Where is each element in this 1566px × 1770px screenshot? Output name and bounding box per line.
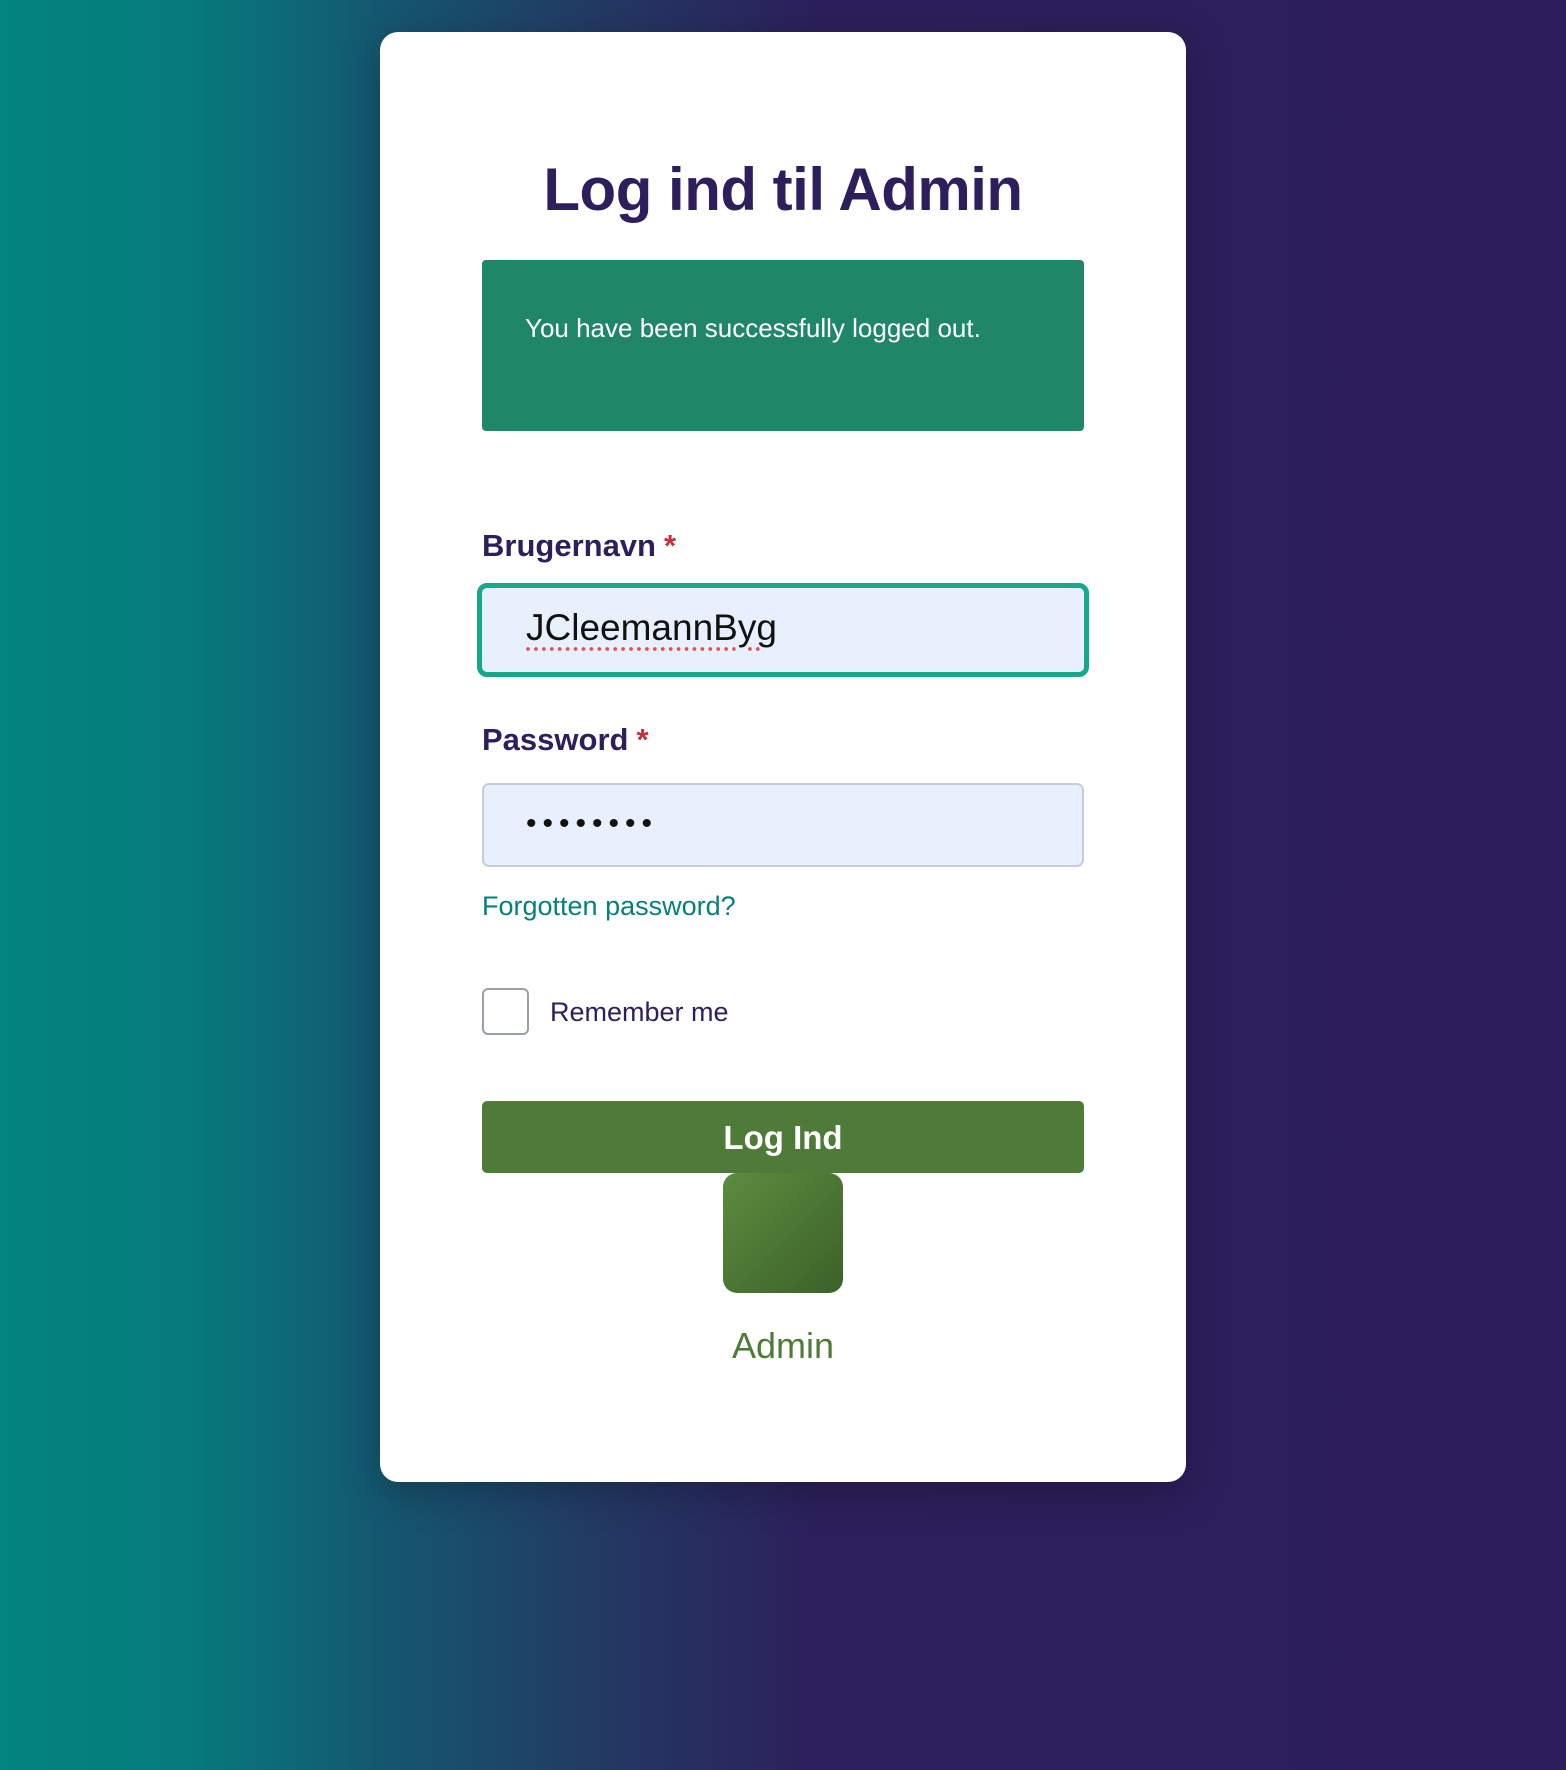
required-marker: *	[636, 722, 649, 757]
password-label: Password *	[482, 720, 649, 760]
password-value: ••••••••	[526, 807, 659, 840]
forgot-password-link[interactable]: Forgotten password?	[482, 888, 736, 924]
logout-success-alert: You have been successfully logged out.	[482, 260, 1084, 431]
login-button[interactable]: Log Ind	[482, 1101, 1084, 1173]
username-label: Brugernavn *	[482, 526, 676, 566]
brand-name: Admin	[731, 1325, 835, 1366]
remember-me-checkbox[interactable]	[482, 988, 529, 1035]
username-input[interactable]: JCleemannByg	[477, 583, 1089, 677]
page-title: Log ind til Admin	[543, 156, 1023, 223]
password-label-text: Password	[482, 722, 629, 757]
password-input[interactable]: ••••••••	[482, 783, 1084, 867]
required-marker: *	[663, 528, 677, 563]
login-card: Log ind til Admin You have been successf…	[380, 32, 1186, 1482]
username-value: JCleemannByg	[526, 607, 777, 648]
admin-logo	[723, 1173, 843, 1293]
alert-message: You have been successfully logged out.	[525, 313, 981, 343]
username-label-text: Brugernavn	[482, 528, 656, 563]
remember-me-label[interactable]: Remember me	[550, 994, 729, 1030]
